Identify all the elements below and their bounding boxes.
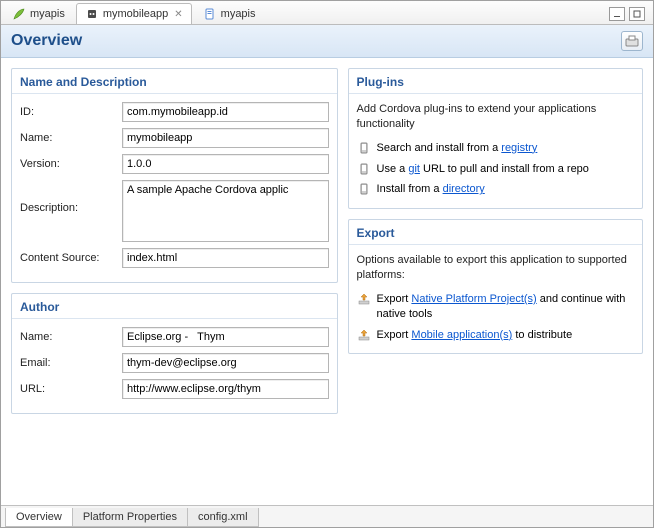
editor-tab-myapis-2[interactable]: myapis bbox=[194, 3, 265, 24]
section-heading: Author bbox=[12, 294, 337, 319]
link-git[interactable]: git bbox=[408, 163, 420, 175]
page-title: Overview bbox=[11, 32, 82, 50]
page-body: Name and Description ID: Name: Version: bbox=[1, 58, 653, 505]
list-item: Install from a directory bbox=[357, 179, 634, 200]
input-id[interactable] bbox=[122, 102, 329, 122]
section-heading: Plug-ins bbox=[349, 69, 642, 94]
list-text: Export Native Platform Project(s) and co… bbox=[377, 292, 634, 322]
maximize-button[interactable] bbox=[629, 7, 645, 21]
cordova-icon bbox=[85, 7, 99, 21]
input-author-url[interactable] bbox=[122, 379, 329, 399]
doc-icon bbox=[203, 7, 217, 21]
section-export: Export Options available to export this … bbox=[348, 219, 643, 354]
list-item: Search and install from a registry bbox=[357, 138, 634, 159]
plugins-intro: Add Cordova plug-ins to extend your appl… bbox=[357, 102, 634, 132]
plugin-icon bbox=[357, 162, 371, 176]
link-mobile-app[interactable]: Mobile application(s) bbox=[411, 329, 512, 341]
feather-icon bbox=[12, 7, 26, 21]
link-directory[interactable]: directory bbox=[443, 183, 485, 195]
list-item: Use a git URL to pull and install from a… bbox=[357, 159, 634, 180]
input-name[interactable] bbox=[122, 128, 329, 148]
tab-label: myapis bbox=[221, 8, 256, 20]
export-icon bbox=[357, 328, 371, 342]
section-author: Author Name: Email: URL: bbox=[11, 293, 338, 414]
tab-platform-properties[interactable]: Platform Properties bbox=[72, 508, 188, 527]
close-icon[interactable]: ✕ bbox=[174, 9, 182, 20]
page-header: Overview bbox=[1, 25, 653, 58]
list-text: Search and install from a registry bbox=[377, 141, 538, 156]
list-item: Export Mobile application(s) to distribu… bbox=[357, 325, 634, 346]
label-name: Name: bbox=[20, 132, 116, 144]
editor-window: myapis mymobileapp ✕ myapis Overview bbox=[0, 0, 654, 528]
tab-overview[interactable]: Overview bbox=[5, 508, 73, 527]
input-author-name[interactable] bbox=[122, 327, 329, 347]
plugin-icon bbox=[357, 182, 371, 196]
label-author-url: URL: bbox=[20, 383, 116, 395]
link-registry[interactable]: registry bbox=[501, 142, 537, 154]
export-list: Export Native Platform Project(s) and co… bbox=[357, 289, 634, 346]
label-author-name: Name: bbox=[20, 331, 116, 343]
section-heading: Export bbox=[349, 220, 642, 245]
list-item: Export Native Platform Project(s) and co… bbox=[357, 289, 634, 325]
section-name-description: Name and Description ID: Name: Version: bbox=[11, 68, 338, 283]
editor-tab-myapis-1[interactable]: myapis bbox=[3, 3, 74, 24]
list-text: Use a git URL to pull and install from a… bbox=[377, 162, 589, 177]
tab-config-xml[interactable]: config.xml bbox=[187, 508, 259, 527]
section-plugins: Plug-ins Add Cordova plug-ins to extend … bbox=[348, 68, 643, 209]
label-description: Description: bbox=[20, 180, 116, 214]
export-intro: Options available to export this applica… bbox=[357, 253, 634, 283]
list-text: Install from a directory bbox=[377, 182, 485, 197]
input-version[interactable] bbox=[122, 154, 329, 174]
section-heading: Name and Description bbox=[12, 69, 337, 94]
label-id: ID: bbox=[20, 106, 116, 118]
tab-label: myapis bbox=[30, 8, 65, 20]
label-author-email: Email: bbox=[20, 357, 116, 369]
input-content-source[interactable] bbox=[122, 248, 329, 268]
plugin-icon bbox=[357, 141, 371, 155]
label-version: Version: bbox=[20, 158, 116, 170]
export-toolbar-button[interactable] bbox=[621, 31, 643, 51]
editor-tab-mymobileapp[interactable]: mymobileapp ✕ bbox=[76, 3, 192, 24]
plugins-list: Search and install from a registry Use a… bbox=[357, 138, 634, 201]
input-author-email[interactable] bbox=[122, 353, 329, 373]
label-content-source: Content Source: bbox=[20, 252, 116, 264]
editor-tabbar: myapis mymobileapp ✕ myapis bbox=[1, 1, 653, 25]
bottom-tabbar: Overview Platform Properties config.xml bbox=[1, 505, 653, 527]
window-buttons bbox=[609, 7, 651, 21]
minimize-button[interactable] bbox=[609, 7, 625, 21]
export-icon bbox=[357, 292, 371, 306]
link-native-platform[interactable]: Native Platform Project(s) bbox=[411, 293, 536, 305]
tab-label: mymobileapp bbox=[103, 8, 168, 20]
input-description[interactable] bbox=[122, 180, 329, 242]
list-text: Export Mobile application(s) to distribu… bbox=[377, 328, 573, 343]
